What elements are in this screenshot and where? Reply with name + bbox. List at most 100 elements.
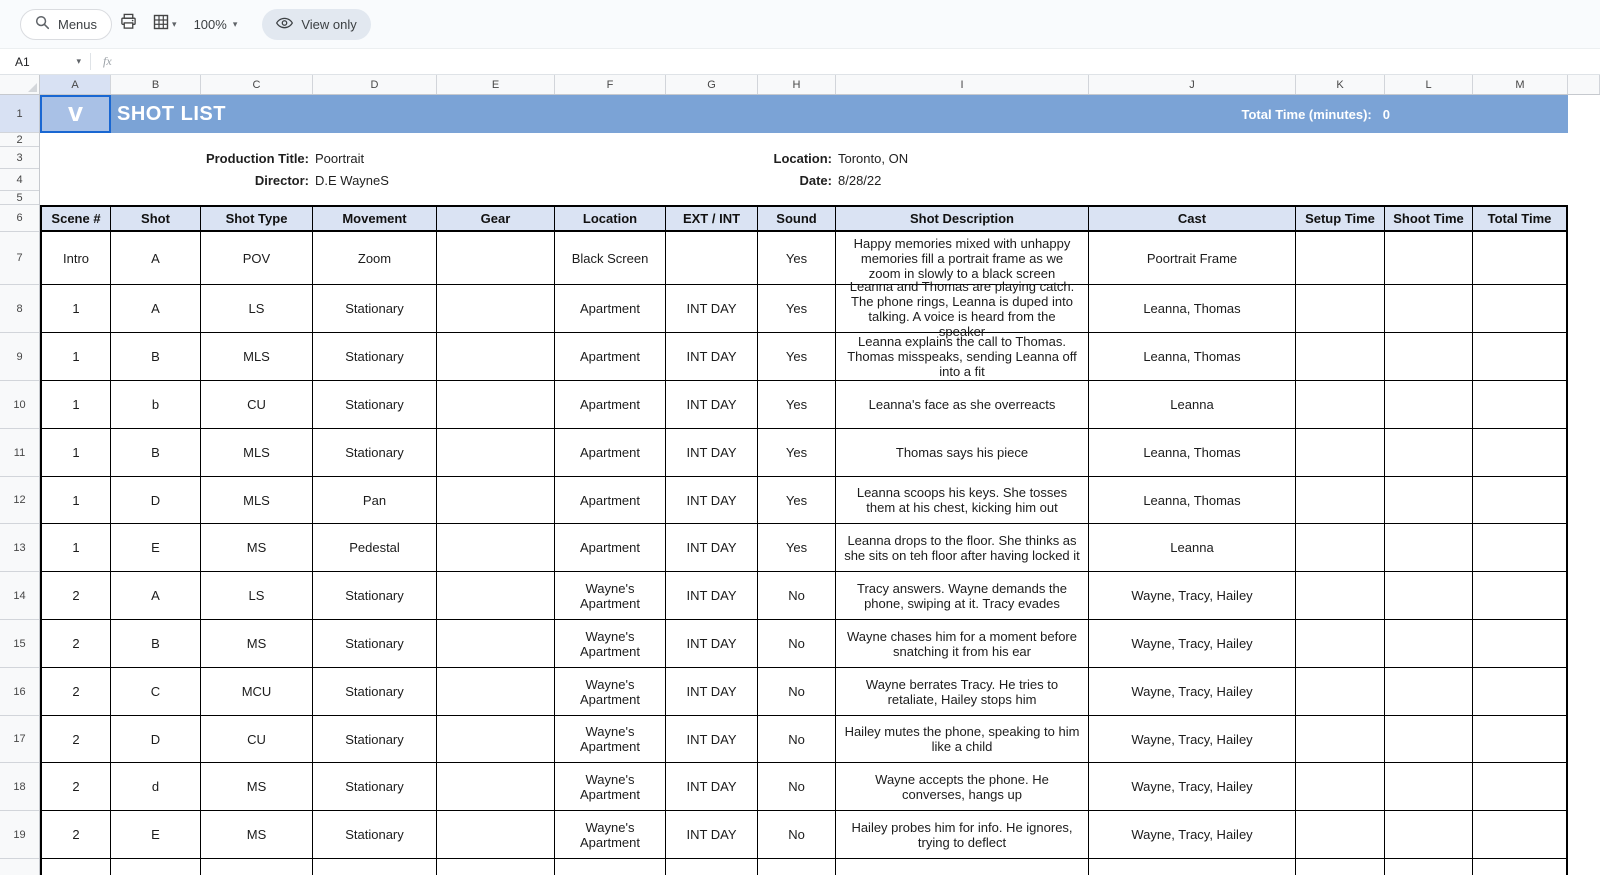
cell-setup_time[interactable]: [1296, 716, 1385, 763]
cell-shot[interactable]: A: [111, 572, 201, 620]
cell-scene[interactable]: 1: [40, 477, 111, 524]
header-cell-location[interactable]: Location: [555, 207, 666, 230]
director-value[interactable]: D.E WayneS: [313, 173, 555, 188]
cell-sound[interactable]: [758, 859, 836, 875]
cell-shot_type[interactable]: CU: [201, 716, 313, 763]
column-header-E[interactable]: E: [437, 75, 555, 94]
cell-cast[interactable]: Wayne, Tracy, Hailey: [1089, 811, 1296, 859]
location-value[interactable]: Toronto, ON: [836, 151, 908, 166]
cell-ext_int[interactable]: INT DAY: [666, 620, 758, 668]
cell-shoot_time[interactable]: [1385, 477, 1473, 524]
cell-sound[interactable]: Yes: [758, 232, 836, 285]
cell-scene[interactable]: 1: [40, 429, 111, 477]
cell-shot_type[interactable]: MS: [201, 763, 313, 811]
cell-scene[interactable]: 2: [40, 620, 111, 668]
cell-shot[interactable]: B: [111, 429, 201, 477]
cell-shoot_time[interactable]: [1385, 859, 1473, 875]
cell-movement[interactable]: Zoom: [313, 232, 437, 285]
production-title-label[interactable]: Production Title:: [40, 151, 313, 166]
cell-setup_time[interactable]: [1296, 620, 1385, 668]
cell-total_time[interactable]: [1473, 285, 1568, 333]
cell-movement[interactable]: Stationary: [313, 763, 437, 811]
cell-shot[interactable]: d: [111, 763, 201, 811]
cell-cast[interactable]: Leanna, Thomas: [1089, 333, 1296, 381]
cell-location[interactable]: Wayne's Apartment: [555, 763, 666, 811]
cell-scene[interactable]: 2: [40, 811, 111, 859]
row-header-11[interactable]: 11: [0, 429, 39, 477]
cell-shot[interactable]: B: [111, 620, 201, 668]
header-cell-shot-type[interactable]: Shot Type: [201, 207, 313, 230]
cell-description[interactable]: Leanna and Thomas are playing catch. The…: [836, 285, 1089, 333]
cell-sound[interactable]: No: [758, 620, 836, 668]
cell-cast[interactable]: [1089, 859, 1296, 875]
cell-ext_int[interactable]: INT DAY: [666, 524, 758, 572]
cell-shot_type[interactable]: MLS: [201, 477, 313, 524]
cell-description[interactable]: Tracy answers. Wayne demands the phone, …: [836, 572, 1089, 620]
cell-ext_int[interactable]: INT DAY: [666, 285, 758, 333]
cell-movement[interactable]: Stationary: [313, 811, 437, 859]
cell-shot[interactable]: b: [111, 381, 201, 429]
cell-shoot_time[interactable]: [1385, 572, 1473, 620]
row-header-15[interactable]: 15: [0, 620, 39, 668]
cell-shot_type[interactable]: MS: [201, 620, 313, 668]
cell-gear[interactable]: [437, 285, 555, 333]
header-cell-setup-time[interactable]: Setup Time: [1296, 207, 1385, 230]
cell-total_time[interactable]: [1473, 477, 1568, 524]
cell-shot_type[interactable]: CU: [201, 381, 313, 429]
row-header-20[interactable]: 20: [0, 859, 39, 875]
cell-location[interactable]: Apartment: [555, 477, 666, 524]
row-header-12[interactable]: 12: [0, 477, 39, 524]
cell-ext_int[interactable]: INT DAY: [666, 381, 758, 429]
cell-shoot_time[interactable]: [1385, 429, 1473, 477]
cell-shot_type[interactable]: MLS: [201, 429, 313, 477]
cell-shoot_time[interactable]: [1385, 763, 1473, 811]
cell-gear[interactable]: [437, 477, 555, 524]
cell-location[interactable]: Wayne's Apartment: [555, 620, 666, 668]
cell-movement[interactable]: Stationary: [313, 716, 437, 763]
cell-scene[interactable]: 2: [40, 716, 111, 763]
cell-description[interactable]: Hailey mutes the phone, speaking to him …: [836, 716, 1089, 763]
cell-shot[interactable]: D: [111, 716, 201, 763]
cell-scene[interactable]: 1: [40, 333, 111, 381]
header-cell-shot-description[interactable]: Shot Description: [836, 207, 1089, 230]
cell-cast[interactable]: Poortrait Frame: [1089, 232, 1296, 285]
row-header-10[interactable]: 10: [0, 381, 39, 429]
cell-movement[interactable]: Stationary: [313, 333, 437, 381]
column-header-L[interactable]: L: [1385, 75, 1473, 94]
cell-gear[interactable]: [437, 232, 555, 285]
cell-setup_time[interactable]: [1296, 668, 1385, 716]
column-header-M[interactable]: M: [1473, 75, 1568, 94]
cell-movement[interactable]: Pedestal: [313, 524, 437, 572]
cell-gear[interactable]: [437, 333, 555, 381]
cell-shot[interactable]: [111, 859, 201, 875]
row-header-1[interactable]: 1: [0, 95, 39, 133]
column-header-I[interactable]: I: [836, 75, 1089, 94]
cell-shoot_time[interactable]: [1385, 232, 1473, 285]
cell-gear[interactable]: [437, 429, 555, 477]
date-value[interactable]: 8/28/22: [836, 173, 881, 188]
cell-total_time[interactable]: [1473, 232, 1568, 285]
cell-movement[interactable]: Stationary: [313, 572, 437, 620]
cell-location[interactable]: Apartment: [555, 285, 666, 333]
cell-gear[interactable]: [437, 524, 555, 572]
row-header-5[interactable]: 5: [0, 191, 39, 205]
cell-cast[interactable]: Leanna, Thomas: [1089, 285, 1296, 333]
cell-sound[interactable]: No: [758, 716, 836, 763]
cell-location[interactable]: [555, 859, 666, 875]
cell-shot[interactable]: B: [111, 333, 201, 381]
cell-ext_int[interactable]: INT DAY: [666, 763, 758, 811]
cell-description[interactable]: Leanna's face as she overreacts: [836, 381, 1089, 429]
cell-total_time[interactable]: [1473, 429, 1568, 477]
date-label[interactable]: Date:: [555, 173, 836, 188]
cell-setup_time[interactable]: [1296, 811, 1385, 859]
cell-cast[interactable]: Wayne, Tracy, Hailey: [1089, 763, 1296, 811]
row-header-19[interactable]: 19: [0, 811, 39, 859]
row-header-16[interactable]: 16: [0, 668, 39, 716]
cell-description[interactable]: Leanna scoops his keys. She tosses them …: [836, 477, 1089, 524]
total-time-summary[interactable]: Total Time (minutes): 0: [1242, 107, 1568, 122]
cell-description[interactable]: Happy memories mixed with unhappy memori…: [836, 232, 1089, 285]
cell-ext_int[interactable]: INT DAY: [666, 477, 758, 524]
cell-setup_time[interactable]: [1296, 429, 1385, 477]
name-box[interactable]: A1 ▾: [0, 55, 90, 69]
cell-setup_time[interactable]: [1296, 572, 1385, 620]
